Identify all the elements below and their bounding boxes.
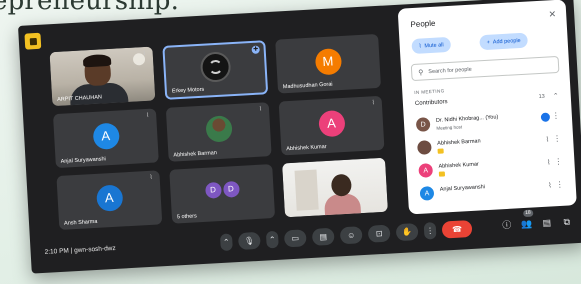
more-vert-icon[interactable]: ⋮	[554, 157, 562, 166]
section-label: IN MEETING	[414, 88, 445, 95]
participant-name: 5 others	[176, 213, 197, 221]
mic-muted-icon: ⌇	[149, 174, 153, 181]
panel-title: People	[410, 18, 436, 30]
meeting-info-icon[interactable]: ⓘ	[499, 218, 514, 233]
participant-grid: ⌇ ARPIT CHAUHAN ✚ Erkey Motors M Madhusu…	[49, 33, 394, 231]
people-icon: 👥	[520, 218, 533, 230]
avatar: D	[222, 180, 240, 198]
participant-tile-erkey-motors[interactable]: ✚ Erkey Motors	[162, 40, 269, 100]
others-avatars: D D	[204, 180, 240, 199]
meeting-details: 2:10 PM | gwn-sosh-dwz	[44, 245, 115, 256]
activities-icon[interactable]: ⧉	[559, 214, 574, 229]
magazine-body-text: epreneurship.	[0, 0, 180, 16]
participant-role: Meeting host	[436, 124, 463, 131]
participant-tile-anjal-suryawanshi[interactable]: ⌇ A Anjal Suryawanshi	[52, 108, 159, 169]
present-screen-button[interactable]: ⊡	[367, 224, 391, 243]
participant-name: Abhishek Kumar	[438, 161, 479, 170]
group-count: 13	[538, 93, 545, 101]
participant-name: Anjal Suryawanshi	[60, 156, 106, 165]
participant-video	[282, 157, 388, 218]
mic-muted-icon: ⌇	[258, 106, 263, 113]
meeting-time: 2:10 PM	[44, 247, 70, 256]
guest-tag-icon	[437, 148, 444, 154]
more-vert-icon[interactable]: ⋮	[555, 180, 563, 189]
avatar: D	[415, 117, 431, 132]
participant-name: Dr. Nidhi Khobrag... (You)	[435, 114, 499, 124]
add-people-label: Add people	[492, 37, 521, 46]
meet-window: ⌇ ARPIT CHAUHAN ✚ Erkey Motors M Madhusu…	[18, 0, 581, 274]
meet-app-logo-icon	[24, 32, 42, 50]
company-logo-icon	[199, 51, 231, 83]
pin-icon[interactable]: ✚	[251, 45, 260, 54]
participant-tile-ansh-sharma[interactable]: ⌇ A Ansh Sharma	[56, 170, 163, 231]
more-options-button[interactable]: ⋮	[423, 221, 437, 240]
close-icon[interactable]: ✕	[548, 9, 556, 20]
mic-muted-icon[interactable]: ⌇	[548, 181, 552, 189]
call-controls: ⌃ 🎙 ⌃ ▭ ▤ ☺ ⊡ ✋ ⋮ ☎	[219, 219, 473, 252]
participant-name: Abhishek Kumar	[286, 143, 327, 153]
more-vert-icon[interactable]: ⋮	[552, 111, 560, 120]
participant-name: Madhusudhan Gorai	[282, 81, 333, 91]
participant-tile-abhishek-kumar[interactable]: ⌇ A Abhishek Kumar	[278, 95, 385, 156]
avatar: A	[92, 122, 120, 150]
camera-button[interactable]: ▭	[283, 229, 307, 248]
avatar: A	[419, 186, 435, 201]
mic-muted-icon: ⌇	[146, 112, 150, 119]
participant-name: Abhishek Barman	[173, 150, 217, 159]
participant-name: Anjal Suryawanshi	[439, 184, 486, 193]
mute-all-button[interactable]: ⌇ Mute all	[411, 36, 452, 55]
participant-tile-abhishek-barman[interactable]: ⌇ Abhishek Barman	[165, 102, 272, 162]
mute-icon: ⌇	[418, 43, 422, 50]
participant-list-item[interactable]: A Anjal Suryawanshi ⌇ ⋮	[417, 177, 568, 205]
side-panel-controls: ⓘ 18 👥 ▤ ⧉ 🔒	[499, 209, 581, 233]
people-count-badge: 18	[523, 209, 534, 218]
participant-tile-arpit-chauhan[interactable]: ⌇ ARPIT CHAUHAN	[49, 46, 156, 107]
audio-options-chevron-icon[interactable]: ⌃	[219, 233, 233, 252]
host-badge-icon	[540, 112, 551, 122]
avatar: A	[418, 163, 434, 178]
mic-muted-icon[interactable]: ⌇	[546, 136, 550, 144]
end-call-button[interactable]: ☎	[441, 219, 473, 239]
mic-muted-icon[interactable]: ⌇	[547, 158, 551, 166]
participant-tile-others[interactable]: D D 5 others	[169, 164, 276, 224]
participant-tile-room-video[interactable]	[282, 157, 388, 218]
group-label: Contributors	[414, 99, 448, 107]
people-button[interactable]: 18 👥	[519, 209, 534, 232]
separator: |	[70, 247, 73, 255]
people-search-input[interactable]: ⚲ Search for people	[410, 55, 560, 82]
mic-muted-icon: ⌇	[371, 100, 376, 107]
video-options-chevron-icon[interactable]: ⌃	[265, 230, 279, 249]
add-person-icon: +	[486, 39, 491, 46]
people-panel: People ✕ ⌇ Mute all + Add people ⚲ Searc…	[397, 0, 577, 215]
mic-muted-icon: ⌇	[142, 50, 146, 58]
more-vert-icon[interactable]: ⋮	[553, 134, 561, 143]
add-people-button[interactable]: + Add people	[479, 32, 529, 51]
avatar: A	[95, 184, 123, 212]
participant-name: Abhishek Barman	[437, 138, 481, 147]
chevron-up-icon: ⌃	[552, 92, 559, 101]
captions-button[interactable]: ▤	[311, 227, 335, 246]
raise-hand-button[interactable]: ✋	[395, 222, 419, 242]
meeting-code: gwn-sosh-dwz	[73, 244, 116, 255]
participant-name: Erkey Motors	[171, 86, 205, 95]
avatar: A	[317, 109, 346, 138]
chat-icon[interactable]: ▤	[539, 215, 554, 230]
mute-all-label: Mute all	[424, 41, 444, 49]
participant-tile-madhusudhan-gorai[interactable]: M Madhusudhan Gorai	[275, 33, 382, 94]
search-placeholder: Search for people	[428, 66, 472, 75]
emoji-reactions-button[interactable]: ☺	[339, 226, 363, 245]
avatar	[204, 115, 233, 143]
avatar: D	[204, 181, 222, 199]
search-icon: ⚲	[418, 68, 424, 77]
avatar	[417, 140, 432, 155]
avatar: M	[314, 47, 342, 76]
guest-tag-icon	[438, 171, 446, 177]
microphone-button[interactable]: 🎙	[237, 231, 261, 251]
participant-name: Ansh Sharma	[63, 218, 98, 227]
